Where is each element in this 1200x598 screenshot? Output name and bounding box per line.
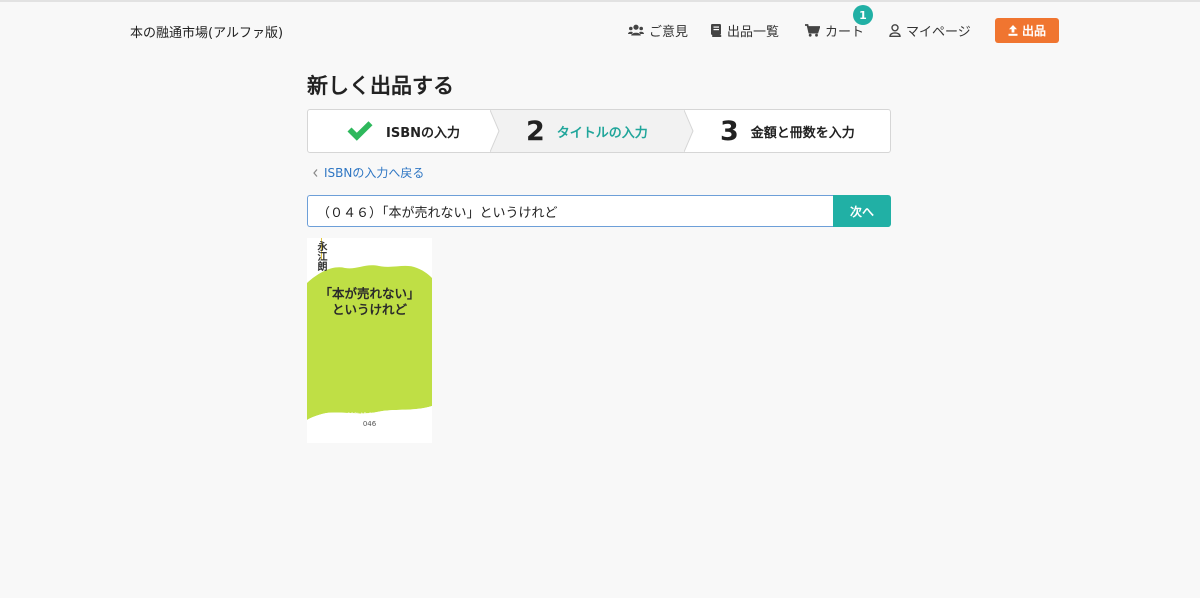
step-isbn-label: ISBNの入力 (386, 125, 460, 141)
step-title-label: タイトルの入力 (556, 125, 648, 141)
step-separator-icon (490, 110, 500, 152)
step-title: 2 タイトルの入力 (490, 110, 684, 152)
step-title-number: 2 (526, 115, 545, 147)
nav-mypage-label: マイページ (906, 24, 971, 40)
book-title-line2: というけれど (331, 302, 407, 317)
user-icon (889, 23, 901, 37)
step-price: 3 金額と冊数を入力 (684, 110, 890, 152)
progress-steps: ISBNの入力 2 タイトルの入力 3 金額と冊数を入力 (307, 109, 891, 153)
nav-listings-label: 出品一覧 (727, 24, 780, 40)
sell-button[interactable]: 出品 (995, 18, 1059, 43)
nav-feedback[interactable]: ご意見 (628, 20, 688, 40)
checkmark-icon (346, 120, 374, 142)
book-author: 永江朗 (315, 241, 326, 271)
step-price-number: 3 (720, 115, 739, 147)
book-icon (711, 23, 722, 37)
shopping-cart-icon (805, 23, 820, 37)
book-title: 「本が売れない」 というけれど (307, 286, 432, 318)
nav-listings[interactable]: 出品一覧 (711, 20, 779, 40)
book-publisher: POPLAR SHINSHO (347, 413, 392, 418)
nav-cart[interactable]: カート (805, 20, 864, 40)
site-title-link[interactable]: 本の融通市場(アルファ版) (130, 22, 283, 41)
back-link-label: ISBNの入力へ戻る (324, 166, 425, 180)
upload-icon (1008, 25, 1018, 36)
back-to-isbn-link[interactable]: ISBNの入力へ戻る (313, 164, 424, 181)
page-title: 新しく出品する (307, 74, 454, 98)
book-series-number: 046 (362, 420, 377, 428)
users-icon (628, 24, 644, 36)
nav-feedback-label: ご意見 (649, 24, 689, 40)
cart-count-badge: 1 (853, 5, 873, 25)
chevron-left-icon (313, 168, 318, 177)
step-isbn: ISBNの入力 (308, 110, 490, 152)
book-cover-image[interactable]: 永江朗 「本が売れない」 というけれど POPLAR SHINSHO 046 (307, 238, 432, 443)
nav-mypage[interactable]: マイページ (889, 20, 971, 40)
sell-button-label: 出品 (1021, 24, 1046, 38)
book-title-line1: 「本が売れない」 (319, 286, 420, 301)
next-button[interactable]: 次へ (833, 195, 891, 227)
step-separator-icon (684, 110, 694, 152)
site-header: 本の融通市場(アルファ版) ご意見 出品一覧 カート 1 マイページ 出品 (0, 0, 1200, 60)
title-input[interactable] (307, 195, 833, 227)
step-price-label: 金額と冊数を入力 (750, 125, 855, 141)
